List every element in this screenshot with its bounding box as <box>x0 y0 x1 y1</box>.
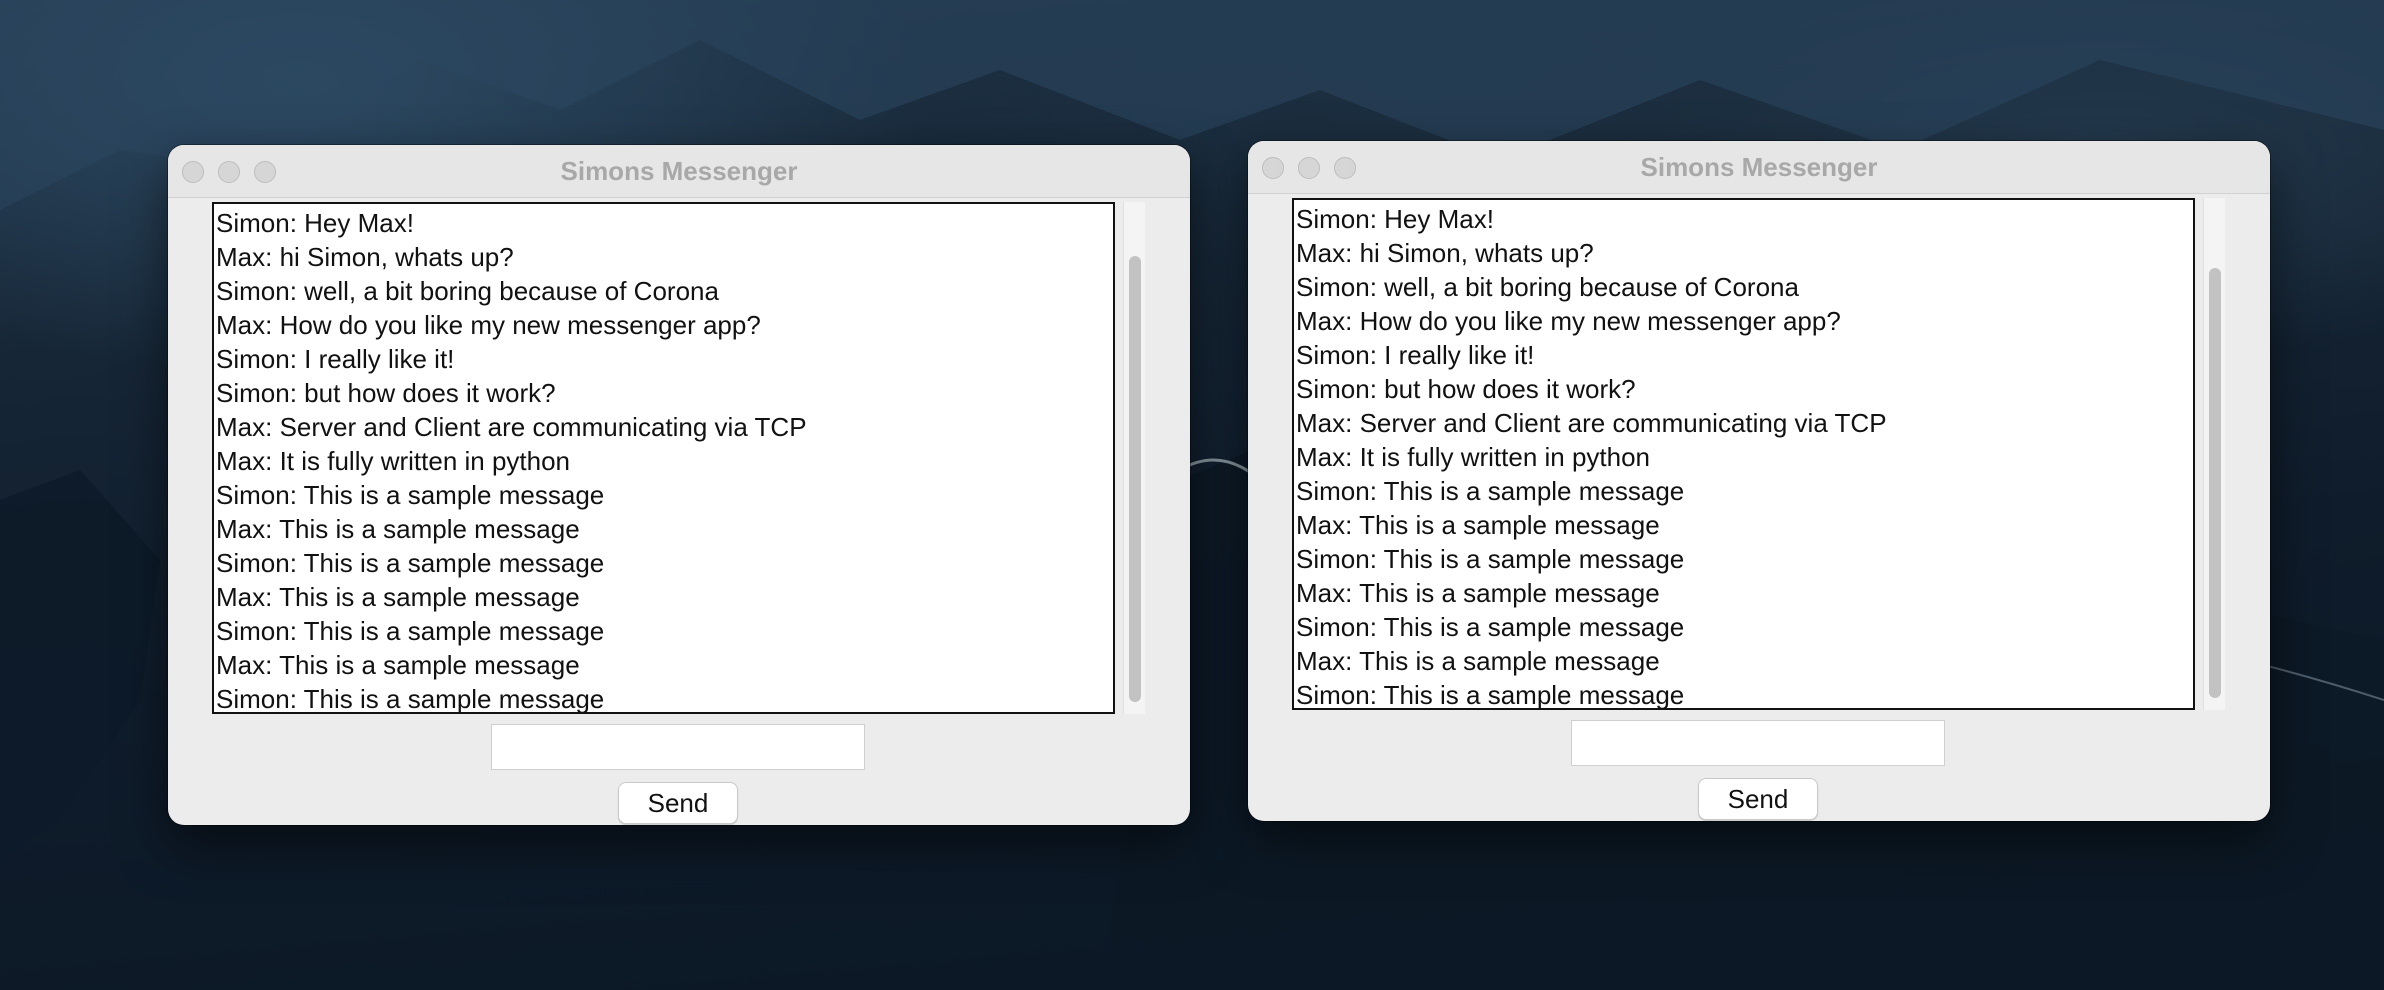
send-button[interactable]: Send <box>618 782 738 824</box>
message-line: Max: hi Simon, whats up? <box>1296 238 1594 268</box>
message-line: Simon: Hey Max! <box>216 208 414 238</box>
message-line: Simon: well, a bit boring because of Cor… <box>216 276 719 306</box>
message-line: Simon: This is a sample message <box>216 616 605 646</box>
close-window-button[interactable] <box>182 161 204 183</box>
message-line: Max: This is a sample message <box>216 650 580 680</box>
minimize-window-button[interactable] <box>1298 157 1320 179</box>
message-line: Max: This is a sample message <box>1296 578 1660 608</box>
send-button[interactable]: Send <box>1698 778 1818 820</box>
message-line: Simon: but how does it work? <box>1296 374 1636 404</box>
window-titlebar[interactable]: Simons Messenger <box>1248 141 2270 194</box>
message-line: Max: This is a sample message <box>1296 510 1660 540</box>
message-line: Max: Server and Client are communicating… <box>216 412 807 442</box>
messenger-window-left: Simons Messenger Simon: Hey Max! Max: hi … <box>168 145 1190 825</box>
message-line: Simon: well, a bit boring because of Cor… <box>1296 272 1799 302</box>
window-titlebar[interactable]: Simons Messenger <box>168 145 1190 198</box>
message-input[interactable] <box>1571 720 1945 766</box>
message-line: Max: This is a sample message <box>1296 646 1660 676</box>
message-line: Simon: This is a sample message <box>1296 476 1685 506</box>
chat-scrollbar[interactable] <box>1123 202 1145 714</box>
message-line: Max: Server and Client are communicating… <box>1296 408 1887 438</box>
message-line: Max: It is fully written in python <box>1296 442 1651 472</box>
message-line: Simon: This is a sample message <box>216 684 605 714</box>
window-content: Simon: Hey Max! Max: hi Simon, whats up? S… <box>1248 194 2270 821</box>
message-line: Simon: I really like it! <box>216 344 455 374</box>
message-line: Max: This is a sample message <box>216 514 580 544</box>
message-line: Simon: Hey Max! <box>1296 204 1494 234</box>
message-list: Simon: Hey Max! Max: hi Simon, whats up? S… <box>214 204 1113 714</box>
desktop-background: Simons Messenger Simon: Hey Max! Max: hi … <box>0 0 2384 990</box>
window-title: Simons Messenger <box>1640 151 1878 182</box>
message-line: Max: How do you like my new messenger ap… <box>1296 306 1841 336</box>
message-list: Simon: Hey Max! Max: hi Simon, whats up? S… <box>1294 200 2193 710</box>
chat-history[interactable]: Simon: Hey Max! Max: hi Simon, whats up? S… <box>212 202 1115 714</box>
message-line: Simon: This is a sample message <box>1296 680 1685 710</box>
message-line: Simon: This is a sample message <box>1296 612 1685 642</box>
message-line: Max: How do you like my new messenger ap… <box>216 310 761 340</box>
message-line: Max: It is fully written in python <box>216 446 571 476</box>
minimize-window-button[interactable] <box>218 161 240 183</box>
window-controls <box>1262 157 1356 179</box>
message-line: Max: hi Simon, whats up? <box>216 242 514 272</box>
scrollbar-thumb[interactable] <box>2209 268 2221 698</box>
message-line: Max: This is a sample message <box>216 582 580 612</box>
close-window-button[interactable] <box>1262 157 1284 179</box>
message-line: Simon: I really like it! <box>1296 340 1535 370</box>
message-line: Simon: This is a sample message <box>216 480 605 510</box>
scrollbar-thumb[interactable] <box>1129 256 1141 702</box>
chat-history[interactable]: Simon: Hey Max! Max: hi Simon, whats up? S… <box>1292 198 2195 710</box>
window-title: Simons Messenger <box>560 155 798 186</box>
zoom-window-button[interactable] <box>254 161 276 183</box>
message-line: Simon: This is a sample message <box>1296 544 1685 574</box>
message-input[interactable] <box>491 724 865 770</box>
chat-scrollbar[interactable] <box>2203 198 2225 710</box>
window-controls <box>182 161 276 183</box>
messenger-window-right: Simons Messenger Simon: Hey Max! Max: hi … <box>1248 141 2270 821</box>
message-line: Simon: but how does it work? <box>216 378 556 408</box>
zoom-window-button[interactable] <box>1334 157 1356 179</box>
window-content: Simon: Hey Max! Max: hi Simon, whats up? S… <box>168 198 1190 825</box>
message-line: Simon: This is a sample message <box>216 548 605 578</box>
